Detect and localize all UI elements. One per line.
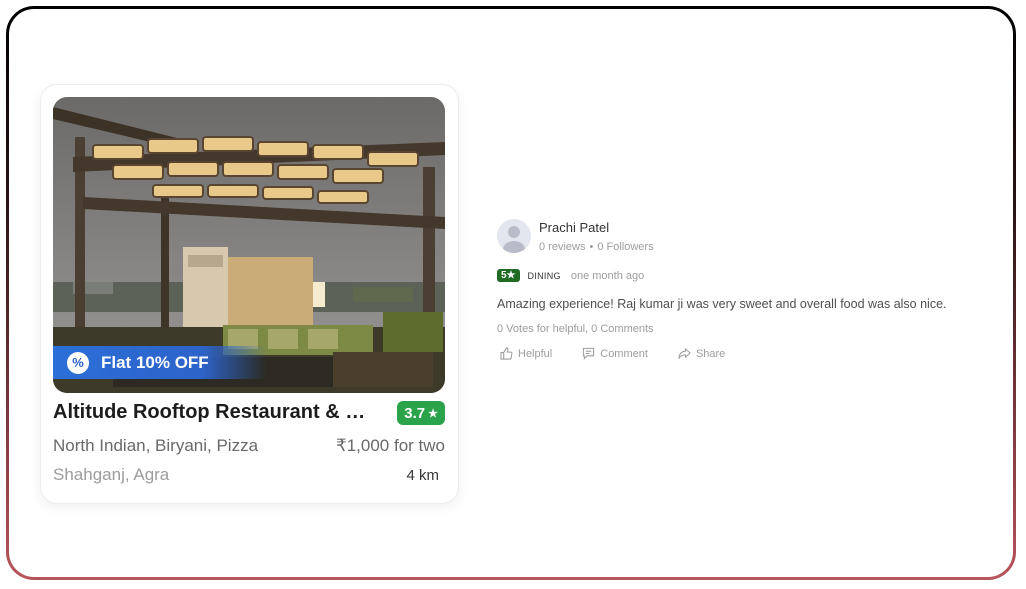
share-label: Share — [695, 347, 726, 360]
restaurant-photo[interactable]: % Flat 10% OFF — [53, 97, 445, 393]
followers-count: 0 Followers — [597, 241, 654, 253]
user-avatar-icon — [503, 226, 525, 253]
price-for-two: ₹1,000 for two — [335, 436, 445, 455]
helpful-label: Helpful — [518, 347, 553, 360]
share-icon — [678, 347, 691, 359]
rating-value: 3.7 — [404, 404, 426, 422]
meta-separator: • — [589, 241, 594, 253]
thumbs-up-icon — [500, 347, 513, 360]
distance: 4 km — [406, 467, 439, 484]
votes-summary[interactable]: 0 Votes for helpful, 0 Comments — [497, 323, 654, 335]
offer-text: Flat 10% OFF — [101, 352, 209, 372]
review-type: DINING — [527, 270, 561, 281]
restaurant-name[interactable]: Altitude Rooftop Restaurant & Lounge — [53, 401, 373, 424]
star-icon: ★ — [428, 407, 438, 420]
avatar[interactable] — [497, 219, 531, 253]
comment-button[interactable]: Comment — [582, 347, 648, 360]
reviewer-meta: 0 reviews • 0 Followers — [539, 241, 654, 253]
offer-banner[interactable]: % Flat 10% OFF — [53, 346, 267, 379]
screen-frame: % Flat 10% OFF Altitude Rooftop Restaura… — [6, 6, 1016, 580]
review-stars-badge: 5★ — [497, 269, 520, 282]
percent-badge-icon: % — [67, 351, 89, 374]
share-button[interactable]: Share — [678, 347, 725, 360]
helpful-button[interactable]: Helpful — [500, 347, 552, 360]
comment-label: Comment — [600, 347, 648, 360]
review-text: Amazing experience! Raj kumar ji was ver… — [497, 297, 947, 311]
review-rating-row: 5★ DINING one month ago — [497, 269, 644, 282]
cuisine-list: North Indian, Biryani, Pizza — [53, 436, 259, 455]
reviews-count: 0 reviews — [539, 241, 586, 253]
content-area: % Flat 10% OFF Altitude Rooftop Restaura… — [9, 9, 1013, 577]
restaurant-card[interactable]: % Flat 10% OFF Altitude Rooftop Restaura… — [41, 85, 458, 503]
review-time: one month ago — [570, 269, 645, 282]
review-actions: Helpful Comment Share — [500, 347, 725, 360]
comment-icon — [583, 347, 595, 360]
locality: Shahganj, Agra — [53, 465, 170, 484]
reviewer-name[interactable]: Prachi Patel — [539, 220, 609, 235]
rating-badge: 3.7 ★ — [397, 401, 445, 425]
